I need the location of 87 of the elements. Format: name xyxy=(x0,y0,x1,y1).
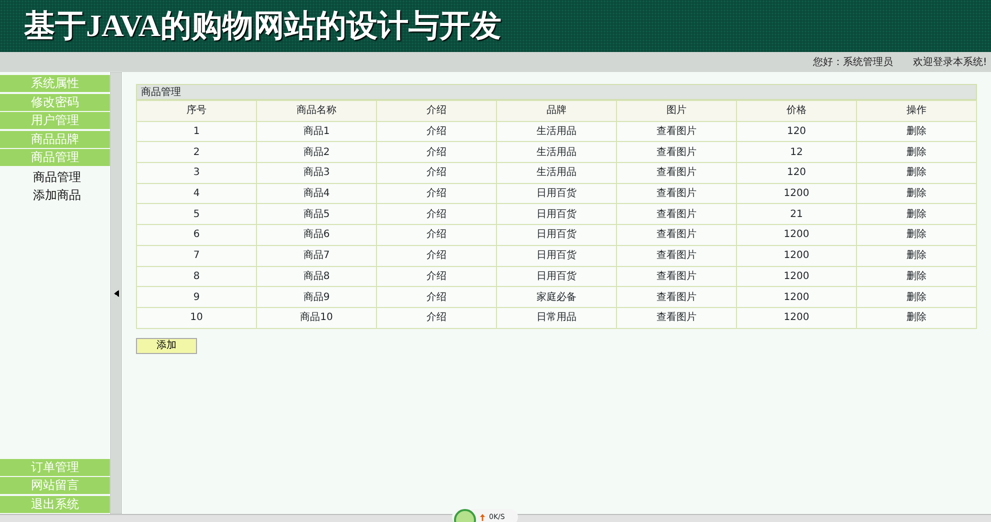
table-link[interactable]: 介绍 xyxy=(376,224,496,246)
table-cell: 商品3 xyxy=(256,162,376,184)
table-cell: 生活用品 xyxy=(496,121,616,142)
table-link[interactable]: 查看图片 xyxy=(616,286,736,308)
table-link[interactable]: 删除 xyxy=(856,224,976,246)
table-link[interactable]: 删除 xyxy=(856,266,976,287)
table-cell: 2 xyxy=(136,142,256,163)
table-link[interactable]: 删除 xyxy=(856,121,976,142)
submenu-link[interactable]: 添加商品 xyxy=(0,186,110,204)
table-link[interactable]: 介绍 xyxy=(376,266,496,287)
submenu-link[interactable]: 商品管理 xyxy=(0,168,110,186)
table-cell: 商品5 xyxy=(256,204,376,225)
table-link[interactable]: 查看图片 xyxy=(616,266,736,287)
table-cell: 5 xyxy=(136,204,256,225)
table-cell: 4 xyxy=(136,183,256,204)
table-cell: 1200 xyxy=(736,245,856,266)
column-header: 操作 xyxy=(856,100,976,122)
table-link[interactable]: 介绍 xyxy=(376,121,496,142)
table-link[interactable]: 查看图片 xyxy=(616,183,736,204)
table-link[interactable]: 介绍 xyxy=(376,286,496,308)
table-cell: 1 xyxy=(136,121,256,142)
table-link[interactable]: 介绍 xyxy=(376,245,496,266)
gauge-icon xyxy=(454,509,476,522)
table-cell: 商品2 xyxy=(256,142,376,163)
table-cell: 1200 xyxy=(736,286,856,308)
table-link[interactable]: 查看图片 xyxy=(616,224,736,246)
welcome-text: 欢迎登录本系统! xyxy=(912,56,987,70)
column-header: 介绍 xyxy=(376,100,496,122)
table-link[interactable]: 查看图片 xyxy=(616,204,736,225)
table-cell: 商品10 xyxy=(256,307,376,328)
table-link[interactable]: 删除 xyxy=(856,307,976,328)
table-cell: 3 xyxy=(136,162,256,184)
table-cell: 120 xyxy=(736,162,856,184)
table-cell: 商品4 xyxy=(256,183,376,204)
table-link[interactable]: 删除 xyxy=(856,142,976,163)
column-header: 价格 xyxy=(736,100,856,122)
table-link[interactable]: 删除 xyxy=(856,162,976,184)
greeting-text: 您好：系统管理员 xyxy=(812,56,893,70)
table-cell: 日用百货 xyxy=(496,183,616,204)
table-cell: 12 xyxy=(736,142,856,163)
table-link[interactable]: 查看图片 xyxy=(616,307,736,328)
table-cell: 1200 xyxy=(736,307,856,328)
table-cell: 生活用品 xyxy=(496,162,616,184)
table-cell: 日用百货 xyxy=(496,224,616,246)
table-cell: 1200 xyxy=(736,266,856,287)
table-link[interactable]: 介绍 xyxy=(376,204,496,225)
table-cell: 7 xyxy=(136,245,256,266)
table-cell: 日常用品 xyxy=(496,307,616,328)
table-cell: 日用百货 xyxy=(496,266,616,287)
table-cell: 21 xyxy=(736,204,856,225)
table-link[interactable]: 删除 xyxy=(856,183,976,204)
table-link[interactable]: 删除 xyxy=(856,245,976,266)
table-link[interactable]: 删除 xyxy=(856,204,976,225)
table-cell: 商品7 xyxy=(256,245,376,266)
table-link[interactable]: 查看图片 xyxy=(616,245,736,266)
column-header: 图片 xyxy=(616,100,736,122)
table-cell: 1200 xyxy=(736,183,856,204)
table-cell: 日用百货 xyxy=(496,204,616,225)
table-cell: 日用百货 xyxy=(496,245,616,266)
collapse-arrow-icon[interactable] xyxy=(114,290,118,296)
table-cell: 120 xyxy=(736,121,856,142)
table-link[interactable]: 介绍 xyxy=(376,307,496,328)
table-link[interactable]: 查看图片 xyxy=(616,142,736,163)
column-header: 商品名称 xyxy=(256,100,376,122)
table-cell: 商品6 xyxy=(256,224,376,246)
table-link[interactable]: 介绍 xyxy=(376,183,496,204)
table-cell: 商品9 xyxy=(256,286,376,308)
table-cell: 1200 xyxy=(736,224,856,246)
table-link[interactable]: 介绍 xyxy=(376,162,496,184)
column-header: 品牌 xyxy=(496,100,616,122)
table-link[interactable]: 删除 xyxy=(856,286,976,308)
table-link[interactable]: 查看图片 xyxy=(616,162,736,184)
table-cell: 8 xyxy=(136,266,256,287)
table-link[interactable]: 查看图片 xyxy=(616,121,736,142)
table-cell: 商品1 xyxy=(256,121,376,142)
table-cell: 10 xyxy=(136,307,256,328)
table-cell: 生活用品 xyxy=(496,142,616,163)
column-header: 序号 xyxy=(136,100,256,122)
table-cell: 家庭必备 xyxy=(496,286,616,308)
upload-arrow-icon xyxy=(480,514,485,520)
table-cell: 6 xyxy=(136,224,256,246)
table-cell: 9 xyxy=(136,286,256,308)
table-link[interactable]: 介绍 xyxy=(376,142,496,163)
site-title: 基于JAVA的购物网站的设计与开发 xyxy=(24,6,502,45)
table-cell: 商品8 xyxy=(256,266,376,287)
panel-title: 商品管理 xyxy=(136,84,977,100)
add-button[interactable]: 添加 xyxy=(136,338,197,354)
